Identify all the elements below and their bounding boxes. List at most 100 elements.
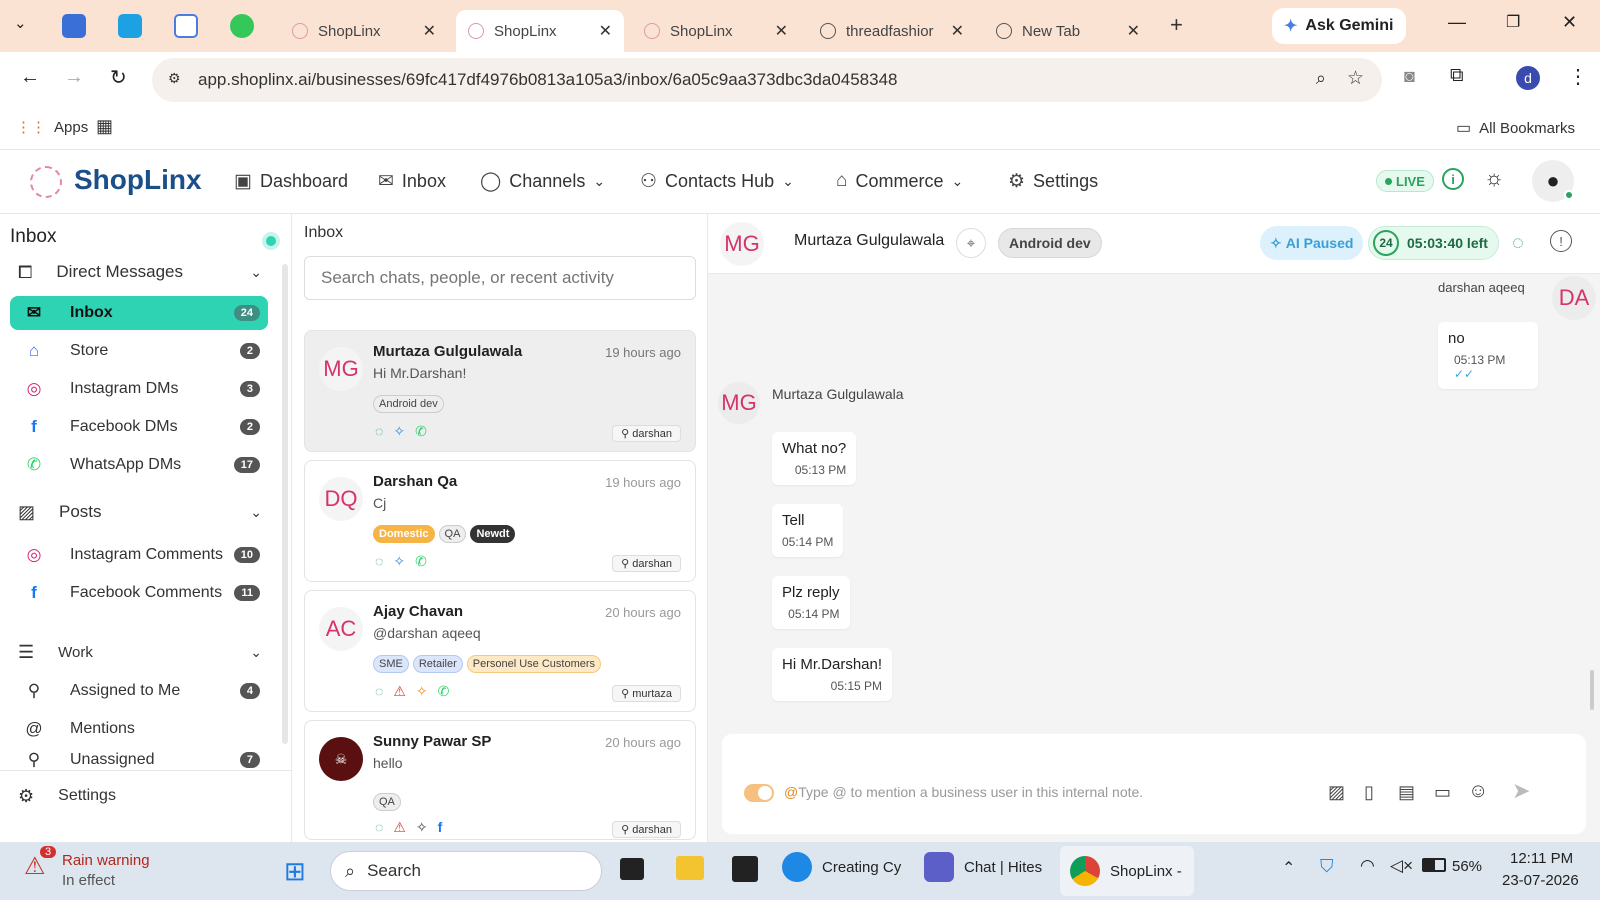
posts-section[interactable]: ▨ Posts ⌄ — [10, 494, 268, 530]
work-section[interactable]: ☰ Work ⌄ — [10, 634, 268, 670]
browser-tab[interactable]: ShopLinx ✕ — [280, 10, 448, 52]
taskbar-app-teams[interactable]: Chat | Hites — [924, 852, 1042, 882]
send-icon[interactable]: ➤ — [1512, 778, 1530, 804]
chat-card[interactable]: AC Ajay Chavan 20 hours ago @darshan aqe… — [304, 590, 696, 712]
chat-card-selected[interactable]: MG Murtaza Gulgulawala 19 hours ago Hi M… — [304, 330, 696, 452]
windows-start-icon[interactable]: ⊞ — [284, 856, 306, 887]
sender-avatar: DA — [1552, 276, 1596, 320]
info-icon[interactable]: i — [1442, 168, 1464, 190]
sidebar-item-facebook-comments[interactable]: f Facebook Comments 11 — [10, 576, 268, 610]
sidebar-item-mentions[interactable]: @ Mentions — [10, 712, 268, 746]
weather-widget[interactable]: ⚠ 3 — [24, 846, 57, 882]
sidebar-item-facebook-dms[interactable]: f Facebook DMs 2 — [10, 410, 268, 444]
security-shield-icon[interactable]: ⛉ — [1320, 856, 1334, 877]
zoom-icon[interactable]: ⌕ — [1316, 68, 1326, 89]
sticky-notes-icon[interactable] — [732, 856, 758, 882]
chat-card[interactable]: ☠ Sunny Pawar SP 20 hours ago hello QA ◌… — [304, 720, 696, 840]
close-tab-icon[interactable]: ✕ — [599, 21, 612, 41]
message-bubble-incoming: Tell 05:14 PM — [772, 504, 844, 557]
pinned-tab-4[interactable] — [230, 14, 254, 38]
browser-tab-active[interactable]: ShopLinx ✕ — [456, 10, 624, 52]
ask-gemini-button[interactable]: ✦ Ask Gemini — [1272, 8, 1406, 44]
sidebar-item-inbox[interactable]: ✉ Inbox 24 — [10, 296, 268, 330]
sidebar-settings[interactable]: ⚙ Settings — [10, 778, 268, 814]
chat-time: 19 hours ago — [605, 475, 681, 490]
nav-inbox[interactable]: ✉ Inbox — [378, 170, 446, 193]
close-window-icon[interactable]: ✕ — [1562, 12, 1577, 33]
image-attach-icon[interactable]: ▨ — [1328, 782, 1345, 803]
close-tab-icon[interactable]: ✕ — [951, 21, 964, 41]
chat-search-input[interactable] — [304, 256, 696, 300]
collapse-sidebar-icon[interactable] — [262, 232, 280, 250]
contact-name[interactable]: Murtaza Gulgulawala — [794, 232, 944, 250]
close-tab-icon[interactable]: ✕ — [423, 21, 436, 41]
restore-window-icon[interactable]: ❐ — [1506, 12, 1520, 32]
battery-icon[interactable] — [1422, 858, 1446, 872]
reload-icon[interactable]: ↻ — [110, 65, 127, 90]
dashed-circle-status-icon[interactable]: ◌ — [1512, 232, 1524, 255]
document-icon[interactable]: ▭ — [1434, 782, 1451, 803]
alert-info-icon[interactable]: ! — [1550, 230, 1572, 252]
taskbar-app-edge[interactable]: Creating Cy — [782, 852, 901, 882]
browser-tab[interactable]: New Tab ✕ — [984, 10, 1152, 52]
clock-time[interactable]: 12:11 PM — [1510, 850, 1573, 867]
sidebar-item-instagram-comments[interactable]: ◎ Instagram Comments 10 — [10, 538, 268, 572]
sidebar-item-assigned-to-me[interactable]: ⚲ Assigned to Me 4 — [10, 674, 268, 708]
contact-tag-badge[interactable]: Android dev — [998, 228, 1102, 258]
pinned-tab-3[interactable] — [174, 14, 198, 38]
emoji-icon[interactable]: ☺ — [1468, 780, 1488, 803]
new-tab-plus-icon[interactable]: + — [1170, 12, 1183, 38]
tab-groups-icon[interactable]: ▦ — [96, 116, 113, 137]
sidebar-item-whatsapp-dms[interactable]: ✆ WhatsApp DMs 17 — [10, 448, 268, 482]
back-arrow-icon[interactable]: ← — [20, 66, 40, 89]
tab-search-chevron-icon[interactable]: ⌄ — [14, 14, 27, 32]
app-logo-text[interactable]: ShopLinx — [74, 164, 202, 196]
camera-icon[interactable]: ◙ — [1404, 66, 1415, 87]
chat-card[interactable]: DQ Darshan Qa 19 hours ago Cj Domestic Q… — [304, 460, 696, 582]
ai-paused-toggle[interactable]: ✧ AI Paused — [1260, 226, 1364, 260]
sidebar-item-store[interactable]: ⌂ Store 2 — [10, 334, 268, 368]
volume-muted-icon[interactable]: ◁× — [1390, 856, 1413, 876]
nav-contacts-hub[interactable]: ⚇ Contacts Hub ⌄ — [640, 170, 794, 193]
profile-avatar[interactable]: d — [1516, 66, 1540, 90]
direct-messages-section[interactable]: ⧠ Direct Messages ⌄ — [10, 254, 268, 290]
close-tab-icon[interactable]: ✕ — [775, 21, 788, 41]
sidebar-item-instagram-dms[interactable]: ◎ Instagram DMs 3 — [10, 372, 268, 406]
nav-settings[interactable]: ⚙ Settings — [1008, 170, 1098, 193]
tray-chevron-up-icon[interactable]: ⌃ — [1282, 858, 1295, 878]
nav-channels[interactable]: ◯ Channels ⌄ — [480, 170, 605, 193]
taskbar-search[interactable]: ⌕ Search — [330, 851, 602, 891]
wifi-icon[interactable]: ◠ — [1360, 856, 1375, 876]
close-tab-icon[interactable]: ✕ — [1127, 21, 1140, 41]
browser-tab[interactable]: threadfashior ✕ — [808, 10, 976, 52]
nav-commerce[interactable]: ⌂ Commerce ⌄ — [836, 170, 963, 192]
site-info-icon[interactable]: ⚙ — [168, 70, 181, 87]
file-explorer-icon[interactable] — [676, 856, 704, 880]
clock-date[interactable]: 23-07-2026 — [1502, 872, 1579, 889]
task-view-icon[interactable] — [620, 858, 644, 880]
forward-arrow-icon[interactable]: → — [64, 66, 84, 89]
composer-input[interactable]: @Type @ to mention a business user in th… — [784, 784, 1344, 800]
extensions-puzzle-icon[interactable]: ⧉ — [1450, 65, 1464, 87]
minimize-window-icon[interactable]: — — [1448, 12, 1466, 33]
theme-sun-icon[interactable]: ☼ — [1484, 165, 1504, 191]
pinned-tab-1[interactable] — [62, 14, 86, 38]
sidebar-item-unassigned[interactable]: ⚲ Unassigned 7 — [10, 750, 268, 770]
nav-dashboard[interactable]: ▣ Dashboard — [234, 170, 348, 193]
browser-menu-icon[interactable]: ⋮ — [1568, 64, 1588, 89]
browser-tab[interactable]: ShopLinx ✕ — [632, 10, 800, 52]
internal-note-toggle[interactable] — [744, 784, 774, 802]
messages-scrollbar[interactable] — [1590, 670, 1594, 710]
user-avatar[interactable]: ● — [1532, 160, 1574, 202]
apps-bookmark[interactable]: ⋮⋮ Apps — [16, 118, 88, 137]
sidebar-scrollbar[interactable] — [282, 264, 288, 744]
tag-icon[interactable]: ⌖ — [956, 228, 986, 258]
sidebar-item-label: Store — [70, 342, 109, 359]
bookmark-star-icon[interactable]: ☆ — [1347, 67, 1364, 90]
pinned-tab-2[interactable] — [118, 14, 142, 38]
taskbar-app-chrome[interactable]: ShopLinx - — [1060, 846, 1194, 896]
address-bar[interactable]: ⚙ app.shoplinx.ai/businesses/69fc417df49… — [152, 58, 1382, 102]
all-bookmarks[interactable]: ▭ All Bookmarks — [1456, 118, 1575, 138]
template-icon[interactable]: ▤ — [1398, 782, 1415, 803]
file-attach-icon[interactable]: ▯ — [1364, 782, 1374, 803]
